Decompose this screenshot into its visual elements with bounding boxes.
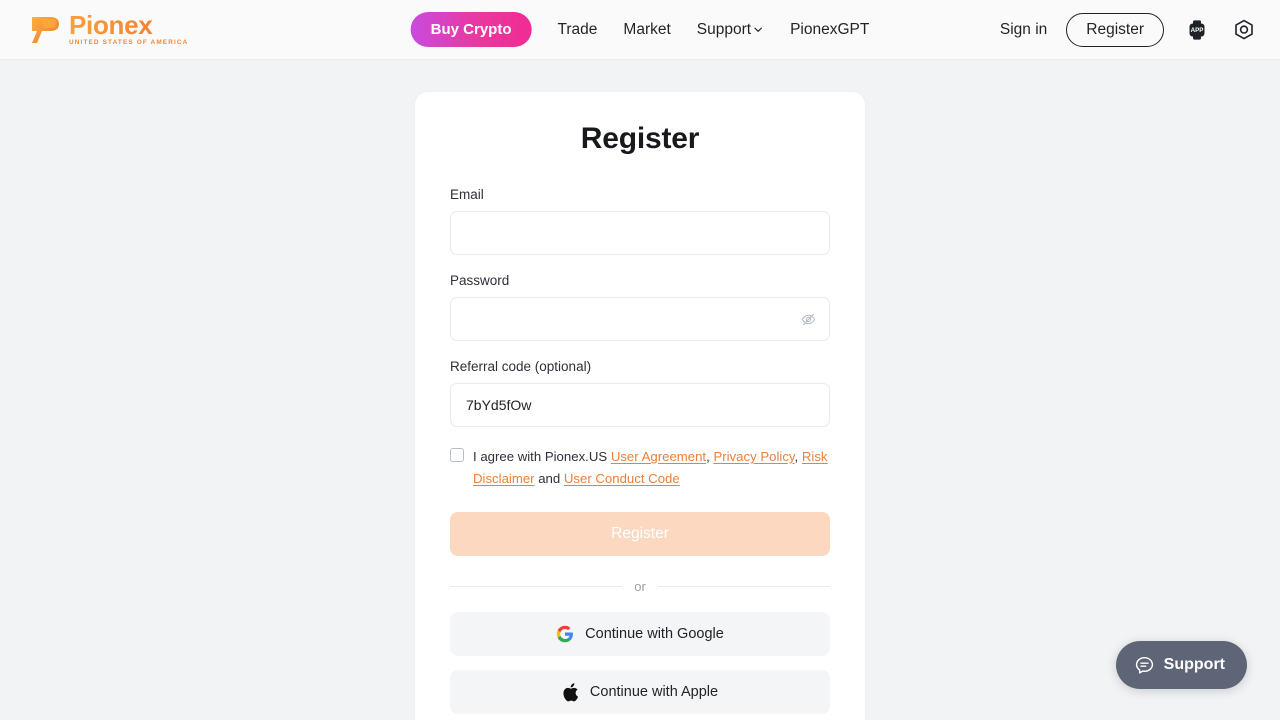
divider-label: or xyxy=(634,579,646,594)
password-label: Password xyxy=(450,273,830,288)
nav-item-trade[interactable]: Trade xyxy=(557,21,597,39)
nav-item-market-label: Market xyxy=(623,21,670,39)
apple-icon xyxy=(562,683,579,702)
google-icon xyxy=(556,625,574,643)
continue-with-apple-button[interactable]: Continue with Apple xyxy=(450,670,830,714)
agreement-checkbox[interactable] xyxy=(450,448,464,462)
continue-with-apple-label: Continue with Apple xyxy=(590,684,718,700)
nav-item-support[interactable]: Support xyxy=(697,21,764,39)
divider-line-right xyxy=(658,586,830,587)
sign-in-link[interactable]: Sign in xyxy=(1000,21,1047,39)
register-submit-button[interactable]: Register xyxy=(450,512,830,556)
password-field-group: Password xyxy=(450,273,830,341)
support-widget-label: Support xyxy=(1164,656,1225,674)
support-widget-button[interactable]: Support xyxy=(1116,641,1247,689)
nav-item-pionexgpt[interactable]: PionexGPT xyxy=(790,21,869,39)
nav-item-market[interactable]: Market xyxy=(623,21,670,39)
buy-crypto-button[interactable]: Buy Crypto xyxy=(411,12,532,47)
settings-button[interactable] xyxy=(1230,16,1258,44)
nav-item-pionexgpt-label: PionexGPT xyxy=(790,21,869,39)
agreement-prefix: I agree with Pionex.US xyxy=(473,449,611,464)
email-input-wrap xyxy=(450,211,830,255)
eye-off-icon xyxy=(800,311,817,328)
app-watch-icon: APP xyxy=(1185,18,1209,42)
continue-with-google-button[interactable]: Continue with Google xyxy=(450,612,830,656)
divider-line-left xyxy=(450,586,622,587)
register-nav-button[interactable]: Register xyxy=(1066,13,1164,47)
logo-subtitle: UNITED STATES OF AMERICA xyxy=(69,40,188,46)
continue-with-google-label: Continue with Google xyxy=(585,626,724,642)
download-app-button[interactable]: APP xyxy=(1183,16,1211,44)
nav-item-support-label: Support xyxy=(697,21,751,39)
chevron-down-icon xyxy=(753,24,764,35)
referral-code-input[interactable] xyxy=(450,383,830,427)
nav-right-actions: Sign in Register APP xyxy=(1000,13,1258,47)
chat-bubble-icon xyxy=(1134,655,1155,676)
password-input[interactable] xyxy=(450,297,830,341)
top-navigation-bar: Pionex UNITED STATES OF AMERICA Buy Cryp… xyxy=(0,0,1280,60)
user-conduct-code-link[interactable]: User Conduct Code xyxy=(564,471,680,486)
toggle-password-visibility-button[interactable] xyxy=(799,310,817,328)
or-divider: or xyxy=(450,579,830,594)
register-card: Register Email Password xyxy=(415,92,865,720)
nav-center-links: Buy Crypto Trade Market Support PionexGP… xyxy=(411,12,870,47)
agreement-text: I agree with Pionex.US User Agreement, P… xyxy=(473,446,830,490)
agreement-sep-3: and xyxy=(535,471,564,486)
email-input[interactable] xyxy=(450,211,830,255)
hex-nut-settings-icon xyxy=(1232,18,1256,42)
privacy-policy-link[interactable]: Privacy Policy xyxy=(713,449,794,464)
password-input-wrap xyxy=(450,297,830,341)
svg-text:APP: APP xyxy=(1191,27,1204,34)
email-label: Email xyxy=(450,187,830,202)
agreement-sep-2: , xyxy=(795,449,802,464)
pionex-logo[interactable]: Pionex UNITED STATES OF AMERICA xyxy=(28,12,188,46)
user-agreement-link[interactable]: User Agreement xyxy=(611,449,706,464)
email-field-group: Email xyxy=(450,187,830,255)
referral-label: Referral code (optional) xyxy=(450,359,830,374)
logo-wordmark: Pionex xyxy=(69,12,188,38)
pionex-arrow-logo-icon xyxy=(28,15,62,45)
page-title: Register xyxy=(450,122,830,156)
agreement-row: I agree with Pionex.US User Agreement, P… xyxy=(450,446,830,490)
nav-item-trade-label: Trade xyxy=(557,21,597,39)
referral-field-group: Referral code (optional) xyxy=(450,359,830,427)
page-body: Register Email Password xyxy=(0,60,1280,720)
referral-input-wrap xyxy=(450,383,830,427)
